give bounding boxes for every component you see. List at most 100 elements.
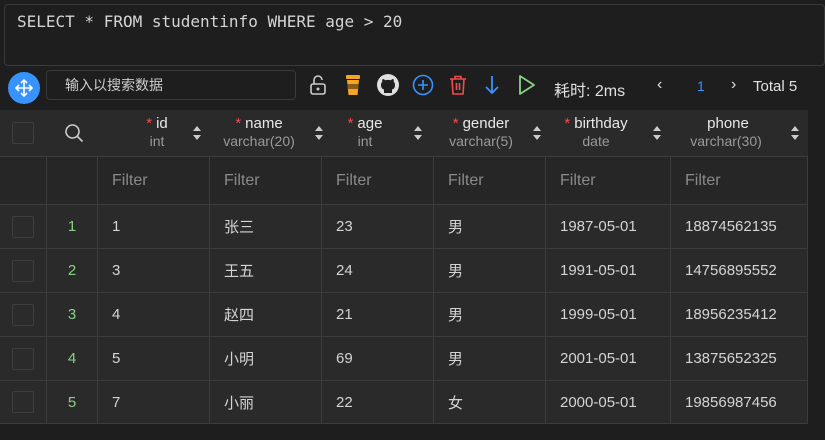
row-select-cell <box>0 337 47 380</box>
required-marker: * <box>146 115 153 132</box>
table-row[interactable]: 3 4 赵四 21 男 1999-05-01 18956235412 <box>0 292 808 336</box>
sort-icon[interactable] <box>652 124 662 142</box>
page-number[interactable]: 1 <box>697 78 705 94</box>
cell-age[interactable]: 22 <box>322 381 434 423</box>
cell-age[interactable]: 24 <box>322 249 434 292</box>
column-header-gender[interactable]: * gender varchar(5) <box>430 110 532 156</box>
column-type: varchar(30) <box>690 133 762 149</box>
cell-birthday[interactable]: 1987-05-01 <box>546 205 671 248</box>
toolbar: 耗时: 2ms ‹ 1 › Total 5 <box>0 66 825 110</box>
column-name: name <box>245 115 283 132</box>
cell-gender[interactable]: 男 <box>434 249 546 292</box>
row-number: 5 <box>47 381 98 423</box>
cell-name[interactable]: 小明 <box>210 337 322 380</box>
row-checkbox[interactable] <box>12 303 34 326</box>
row-number: 1 <box>47 205 98 248</box>
run-icon[interactable] <box>514 73 538 97</box>
move-button[interactable] <box>8 72 40 104</box>
cell-gender[interactable]: 女 <box>434 381 546 423</box>
table-row[interactable]: 4 5 小明 69 男 2001-05-01 13875652325 <box>0 336 808 380</box>
cell-birthday[interactable]: 1991-05-01 <box>546 249 671 292</box>
row-number: 3 <box>47 293 98 336</box>
cell-birthday[interactable]: 2000-05-01 <box>546 381 671 423</box>
row-checkbox[interactable] <box>12 391 34 413</box>
cell-id[interactable]: 5 <box>98 337 210 380</box>
next-page-button[interactable]: › <box>731 76 736 94</box>
filter-input-name[interactable]: Filter <box>210 157 322 204</box>
sort-icon[interactable] <box>413 124 423 142</box>
cell-age[interactable]: 21 <box>322 293 434 336</box>
filter-input-id[interactable]: Filter <box>98 157 210 204</box>
required-marker: * <box>235 115 242 132</box>
search-icon[interactable] <box>64 123 84 143</box>
arrow-down-icon[interactable] <box>480 73 504 97</box>
elapsed-time: 耗时: 2ms <box>554 83 626 100</box>
filter-input-gender[interactable]: Filter <box>434 157 546 204</box>
cell-name[interactable]: 张三 <box>210 205 322 248</box>
cell-phone[interactable]: 18874562135 <box>671 205 808 248</box>
column-header-phone[interactable]: phone varchar(30) <box>676 110 776 156</box>
delete-icon[interactable] <box>446 73 470 97</box>
column-name: id <box>156 115 168 132</box>
row-select-cell <box>0 381 47 423</box>
cell-phone[interactable]: 19856987456 <box>671 381 808 423</box>
cell-phone[interactable]: 18956235412 <box>671 293 808 336</box>
cell-id[interactable]: 3 <box>98 249 210 292</box>
cell-name[interactable]: 小丽 <box>210 381 322 423</box>
cell-name[interactable]: 王五 <box>210 249 322 292</box>
row-checkbox[interactable] <box>12 347 34 370</box>
column-name: birthday <box>574 115 628 132</box>
column-name: phone <box>707 115 749 132</box>
cell-id[interactable]: 1 <box>98 205 210 248</box>
header-row: * id int * name varchar(20) * age int * gend… <box>0 110 808 156</box>
cell-phone[interactable]: 13875652325 <box>671 337 808 380</box>
cell-phone[interactable]: 14756895552 <box>671 249 808 292</box>
column-name: age <box>357 115 383 132</box>
row-select-cell <box>0 205 47 248</box>
column-search-cell <box>46 110 102 156</box>
cell-id[interactable]: 7 <box>98 381 210 423</box>
cell-age[interactable]: 69 <box>322 337 434 380</box>
filter-row: Filter Filter Filter Filter Filter Filte… <box>0 156 808 204</box>
row-select-cell <box>0 249 47 292</box>
coffee-icon[interactable] <box>341 73 365 97</box>
cell-name[interactable]: 赵四 <box>210 293 322 336</box>
column-header-name[interactable]: * name varchar(20) <box>206 110 312 156</box>
required-marker: * <box>452 115 459 132</box>
row-checkbox[interactable] <box>12 259 34 282</box>
move-icon <box>15 79 33 97</box>
table-row[interactable]: 2 3 王五 24 男 1991-05-01 14756895552 <box>0 248 808 292</box>
sort-icon[interactable] <box>192 124 202 142</box>
sort-icon[interactable] <box>790 124 800 142</box>
filter-input-age[interactable]: Filter <box>322 157 434 204</box>
unlock-icon[interactable] <box>306 73 330 97</box>
cell-birthday[interactable]: 2001-05-01 <box>546 337 671 380</box>
github-icon[interactable] <box>376 73 400 97</box>
sql-editor[interactable]: SELECT * FROM studentinfo WHERE age > 20 <box>4 4 825 66</box>
column-type: int <box>357 133 373 149</box>
column-header-age[interactable]: * age int <box>330 110 400 156</box>
column-type: varchar(20) <box>223 133 295 149</box>
filter-blank <box>47 157 98 204</box>
cell-gender[interactable]: 男 <box>434 293 546 336</box>
add-icon[interactable] <box>411 73 435 97</box>
table-row[interactable]: 5 7 小丽 22 女 2000-05-01 19856987456 <box>0 380 808 424</box>
required-marker: * <box>564 115 571 132</box>
cell-id[interactable]: 4 <box>98 293 210 336</box>
filter-input-phone[interactable]: Filter <box>671 157 808 204</box>
prev-page-button[interactable]: ‹ <box>657 76 662 94</box>
sort-icon[interactable] <box>314 124 324 142</box>
filter-input-birthday[interactable]: Filter <box>546 157 671 204</box>
table-row[interactable]: 1 1 张三 23 男 1987-05-01 18874562135 <box>0 204 808 248</box>
search-input[interactable] <box>46 70 296 100</box>
cell-gender[interactable]: 男 <box>434 205 546 248</box>
cell-age[interactable]: 23 <box>322 205 434 248</box>
cell-gender[interactable]: 男 <box>434 337 546 380</box>
select-all-checkbox[interactable] <box>12 122 34 144</box>
row-checkbox[interactable] <box>12 215 34 238</box>
column-type: date <box>582 133 610 149</box>
column-header-birthday[interactable]: * birthday date <box>552 110 640 156</box>
row-number: 4 <box>47 337 98 380</box>
sort-icon[interactable] <box>532 124 542 142</box>
cell-birthday[interactable]: 1999-05-01 <box>546 293 671 336</box>
